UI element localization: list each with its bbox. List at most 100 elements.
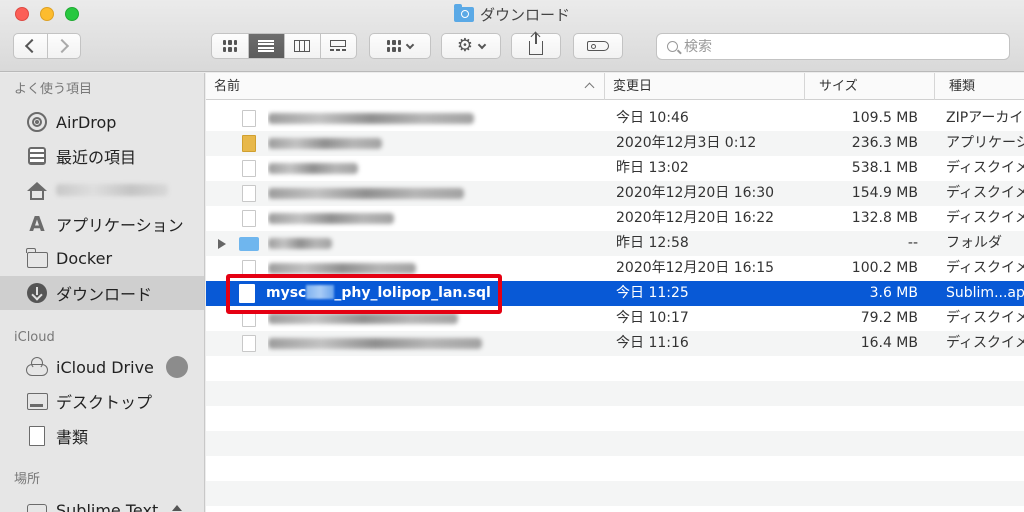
column-header-kind[interactable]: 種類: [934, 73, 1024, 100]
file-date: 2020年12月20日 16:30: [616, 185, 775, 201]
file-name-redacted: [268, 131, 598, 156]
share-button[interactable]: [511, 33, 561, 59]
search-field[interactable]: [656, 33, 1010, 60]
sidebar-item-documents[interactable]: 書類: [0, 419, 204, 453]
sidebar-item-label: iCloud Drive: [56, 357, 154, 377]
file-name-redacted: [268, 106, 598, 131]
file-size: 109.5 MB: [851, 110, 918, 126]
table-row[interactable]: 昨日 13:02 538.1 MB ディスクイメージ: [206, 156, 1024, 181]
sidebar-item-applications[interactable]: A アプリケーション: [0, 207, 204, 241]
icon-view-button[interactable]: [212, 34, 248, 58]
file-kind: ディスクイメージ: [946, 160, 1024, 176]
search-input[interactable]: [684, 38, 984, 55]
column-header-name[interactable]: 名前: [206, 73, 604, 100]
desktop-icon: [26, 390, 48, 412]
file-name-redacted: [268, 256, 598, 281]
sidebar-item-label: アプリケーション: [56, 216, 184, 235]
disk-image-icon: [242, 210, 256, 227]
file-size: 132.8 MB: [851, 210, 918, 226]
file-size: 100.2 MB: [851, 260, 918, 276]
sidebar-item-label-redacted: [56, 184, 168, 196]
column-view-icon: [294, 40, 311, 52]
sidebar-item-downloads[interactable]: ダウンロード: [0, 276, 204, 310]
file-size: 538.1 MB: [851, 160, 918, 176]
sidebar-item-label: 書類: [56, 428, 89, 447]
file-date: 昨日 12:58: [616, 235, 689, 251]
applications-icon: A: [29, 212, 45, 236]
file-size: 236.3 MB: [851, 135, 918, 151]
column-header-date[interactable]: 変更日: [604, 73, 804, 100]
disk-image-icon: [242, 160, 256, 177]
sidebar-item-home[interactable]: [0, 173, 204, 207]
empty-row: [206, 406, 1024, 431]
view-mode-segmented-control: [211, 33, 357, 59]
file-size: 16.4 MB: [860, 335, 918, 351]
table-row[interactable]: 今日 11:16 16.4 MB ディスクイメージ: [206, 331, 1024, 356]
chevron-down-icon: [405, 40, 415, 49]
gallery-view-button[interactable]: [319, 34, 356, 58]
column-headers: 名前 変更日 サイズ 種類: [206, 73, 1024, 100]
table-row[interactable]: 2020年12月3日 0:12 236.3 MB アプリケーション: [206, 131, 1024, 156]
column-header-size[interactable]: サイズ: [804, 73, 934, 100]
chevron-right-icon: [54, 38, 70, 54]
sidebar-item-docker[interactable]: Docker: [0, 241, 204, 275]
action-menu-button[interactable]: ⚙: [441, 33, 501, 59]
sidebar-item-label: Sublime Text: [56, 500, 159, 512]
empty-row: [206, 506, 1024, 512]
table-row[interactable]: 2020年12月20日 16:22 132.8 MB ディスクイメージ: [206, 206, 1024, 231]
table-row[interactable]: 昨日 12:58 -- フォルダ: [206, 231, 1024, 256]
file-kind: ディスクイメージ: [946, 260, 1024, 276]
table-row[interactable]: 今日 10:17 79.2 MB ディスクイメージ: [206, 306, 1024, 331]
disclosure-triangle-icon[interactable]: [218, 239, 226, 249]
folder-icon: [239, 237, 259, 251]
disk-image-icon: [242, 335, 256, 352]
grid-icon: [387, 40, 401, 52]
file-kind: ディスクイメージ: [946, 310, 1024, 326]
file-size: 79.2 MB: [860, 310, 918, 326]
disk-icon: [26, 499, 48, 512]
sidebar-header-icloud: iCloud: [14, 330, 55, 345]
app-icon: [242, 135, 256, 152]
forward-button[interactable]: [46, 34, 80, 58]
sidebar-header-favorites: よく使う項目: [14, 82, 93, 97]
table-row-selected[interactable]: mysc _phy_lolipop_lan.sql 今日 11:25 3.6 MB…: [206, 281, 1024, 306]
tag-button[interactable]: [573, 33, 623, 59]
file-name-redacted: [268, 156, 598, 181]
documents-icon: [24, 425, 48, 447]
file-kind: フォルダ: [946, 235, 1002, 251]
folder-icon: [25, 247, 48, 269]
sidebar-item-label: 最近の項目: [56, 148, 137, 167]
sidebar-item-label: デスクトップ: [56, 393, 153, 412]
empty-row: [206, 356, 1024, 381]
file-name: mysc _phy_lolipop_lan.sql: [266, 285, 491, 301]
sidebar-item-recents[interactable]: 最近の項目: [0, 139, 204, 173]
back-button[interactable]: [14, 34, 47, 58]
file-kind: ディスクイメージ: [946, 185, 1024, 201]
file-date: 今日 10:17: [616, 310, 689, 326]
home-icon: [26, 179, 48, 201]
file-date: 昨日 13:02: [616, 160, 689, 176]
file-kind: ディスクイメージ: [946, 335, 1024, 351]
list-view-button[interactable]: [247, 34, 284, 58]
sidebar-item-airdrop[interactable]: AirDrop: [0, 105, 204, 139]
file-kind: ディスクイメージ: [946, 210, 1024, 226]
file-kind: アプリケーション: [946, 135, 1024, 151]
group-by-button[interactable]: [369, 33, 431, 59]
eject-icon[interactable]: [172, 505, 182, 511]
file-date: 今日 10:46: [616, 110, 689, 126]
sidebar-item-label: ダウンロード: [56, 285, 153, 304]
downloads-icon: [26, 282, 48, 304]
file-date: 2020年12月3日 0:12: [616, 135, 757, 151]
table-row[interactable]: 2020年12月20日 16:15 100.2 MB ディスクイメージ: [206, 256, 1024, 281]
sidebar-item-label: Docker: [56, 248, 113, 268]
table-row[interactable]: 今日 10:46 109.5 MB ZIPアーカイブ: [206, 106, 1024, 131]
column-view-button[interactable]: [283, 34, 320, 58]
gallery-view-icon: [330, 40, 347, 52]
empty-row: [206, 481, 1024, 506]
sidebar-item-desktop[interactable]: デスクトップ: [0, 384, 204, 418]
list-view-icon: [258, 40, 275, 52]
airdrop-icon: [26, 111, 48, 133]
sidebar-item-label: AirDrop: [56, 112, 117, 132]
recents-icon: [26, 145, 48, 167]
table-row[interactable]: 2020年12月20日 16:30 154.9 MB ディスクイメージ: [206, 181, 1024, 206]
